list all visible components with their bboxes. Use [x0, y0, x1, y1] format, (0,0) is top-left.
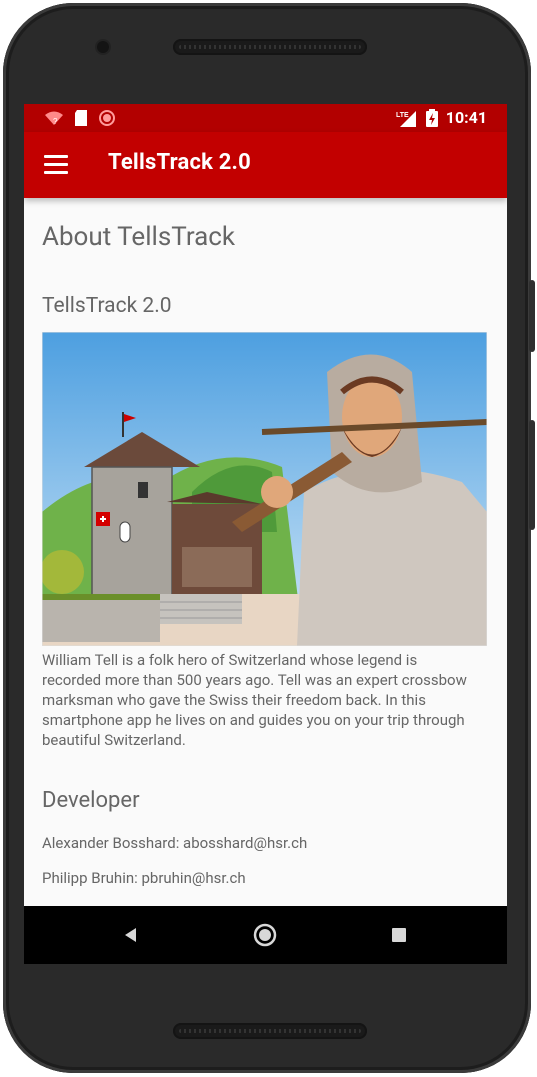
about-heading: About TellsTrack [42, 222, 236, 252]
bottom-speaker [173, 1023, 367, 1039]
developer-heading: Developer [42, 788, 140, 813]
status-time: 10:41 [445, 108, 487, 127]
volume-button [529, 420, 535, 530]
power-button [529, 280, 535, 352]
about-content[interactable]: About TellsTrack TellsTrack 2.0 William … [24, 198, 507, 906]
app-title: TellsTrack 2.0 [108, 150, 251, 175]
app-bar: TellsTrack 2.0 [24, 132, 507, 198]
svg-text:?: ? [53, 117, 58, 126]
back-icon[interactable] [116, 920, 146, 950]
about-description: William Tell is a folk hero of Switzerla… [42, 651, 467, 749]
top-speaker [173, 39, 367, 55]
svg-text:LTE: LTE [396, 112, 409, 119]
signal-lte-icon: LTE [396, 110, 416, 127]
recents-icon[interactable] [384, 920, 414, 950]
home-icon[interactable] [250, 920, 280, 950]
status-bar: ? LTE 10:41 [24, 104, 507, 132]
battery-charging-icon [425, 108, 438, 127]
record-circle-icon [99, 110, 115, 126]
developer-entry: Alexander Bosshard: abosshard@hsr.ch [42, 834, 308, 852]
wifi-question-icon: ? [45, 111, 63, 126]
version-heading: TellsTrack 2.0 [42, 294, 172, 318]
developer-entry: Philipp Bruhin: pbruhin@hsr.ch [42, 869, 246, 887]
front-camera [97, 41, 109, 53]
screen: ? LTE 10:41 TellsTrack 2.0 About TellsTr… [24, 104, 507, 964]
sd-card-icon [75, 110, 87, 126]
hamburger-menu-icon[interactable] [44, 155, 68, 175]
system-nav-bar [24, 906, 507, 964]
william-tell-illustration [42, 332, 487, 646]
